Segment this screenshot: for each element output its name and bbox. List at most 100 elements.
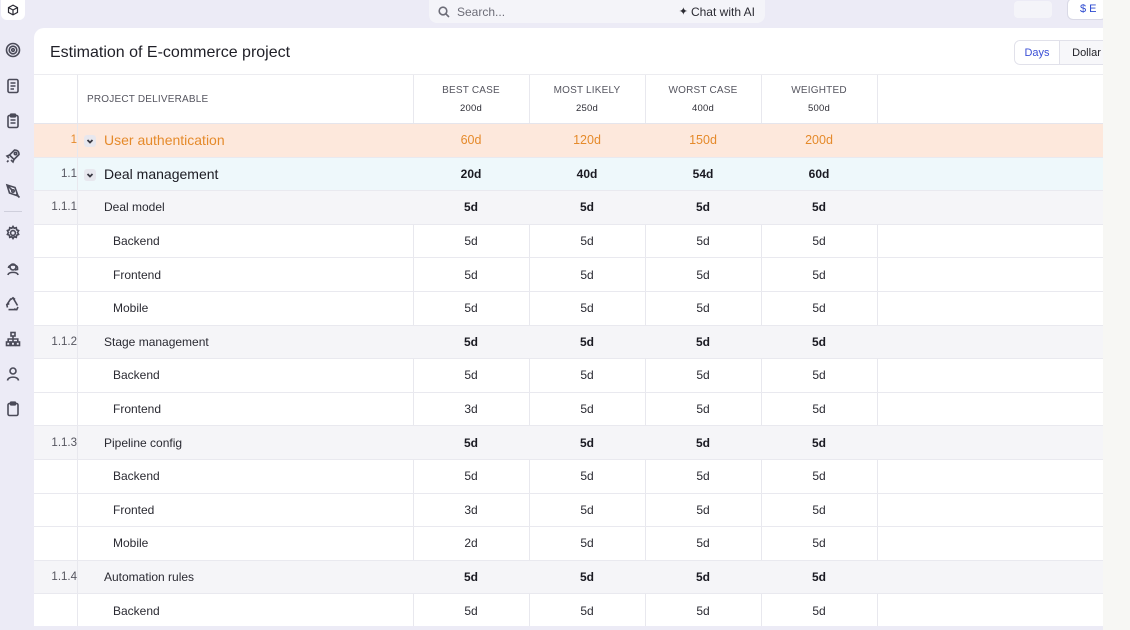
table-subgroup-row[interactable]: 1.1.1 Deal model 5d 5d 5d 5d bbox=[34, 191, 1103, 225]
worst-case-cell[interactable]: 5d bbox=[645, 191, 761, 224]
weighted-cell[interactable]: 5d bbox=[761, 460, 877, 493]
worst-case-cell[interactable]: 5d bbox=[645, 393, 761, 426]
chat-with-ai-button[interactable]: ✦ Chat with AI bbox=[679, 5, 755, 19]
best-case-cell[interactable]: 5d bbox=[413, 460, 529, 493]
currency-button[interactable]: $ E bbox=[1067, 0, 1107, 20]
weighted-cell[interactable]: 5d bbox=[761, 561, 877, 594]
table-row[interactable]: Backend 5d 5d 5d 5d bbox=[34, 359, 1103, 393]
column-header-weighted[interactable]: WEIGHTED 500d bbox=[761, 75, 877, 124]
column-header-best-case[interactable]: BEST CASE 200d bbox=[413, 75, 529, 124]
table-row[interactable]: Frontend 3d 5d 5d 5d bbox=[34, 392, 1103, 427]
column-header-worst-case[interactable]: WORST CASE 400d bbox=[645, 75, 761, 124]
most-likely-cell[interactable]: 5d bbox=[529, 191, 645, 224]
recycle-icon[interactable] bbox=[4, 295, 22, 313]
clipboard-icon[interactable] bbox=[4, 112, 22, 130]
table-row[interactable]: Backend 5d 5d 5d 5d bbox=[34, 224, 1103, 259]
toggle-days[interactable]: Days bbox=[1015, 41, 1060, 64]
table-row[interactable]: Mobile 2d 5d 5d 5d bbox=[34, 527, 1103, 561]
worst-case-cell[interactable]: 5d bbox=[645, 359, 761, 392]
weighted-cell[interactable]: 5d bbox=[761, 326, 877, 359]
table-row[interactable]: Fronted 3d 5d 5d 5d bbox=[34, 493, 1103, 528]
chevron-down-icon[interactable] bbox=[84, 168, 96, 181]
worst-case-cell[interactable]: 5d bbox=[645, 527, 761, 560]
table-group-row[interactable]: 1 User authentication 60d 120d 150d 200d bbox=[34, 124, 1103, 158]
best-case-cell[interactable]: 5d bbox=[413, 191, 529, 224]
worst-case-cell[interactable]: 5d bbox=[645, 258, 761, 291]
worst-case-cell[interactable]: 5d bbox=[645, 326, 761, 359]
best-case-cell[interactable]: 2d bbox=[413, 527, 529, 560]
settings-gear-icon[interactable] bbox=[4, 224, 22, 242]
worst-case-cell[interactable]: 150d bbox=[645, 124, 761, 157]
most-likely-cell[interactable]: 5d bbox=[529, 527, 645, 560]
weighted-cell[interactable]: 5d bbox=[761, 225, 877, 258]
best-case-cell[interactable]: 5d bbox=[413, 292, 529, 325]
table-group-row[interactable]: 1.1 Deal management 20d 40d 54d 60d bbox=[34, 157, 1103, 192]
weighted-cell[interactable]: 5d bbox=[761, 191, 877, 224]
best-case-cell[interactable]: 3d bbox=[413, 494, 529, 527]
weighted-cell[interactable]: 5d bbox=[761, 359, 877, 392]
column-header-most-likely[interactable]: MOST LIKELY 250d bbox=[529, 75, 645, 124]
unit-toggle[interactable]: Days Dollar bbox=[1014, 40, 1103, 65]
most-likely-cell[interactable]: 5d bbox=[529, 426, 645, 459]
most-likely-cell[interactable]: 5d bbox=[529, 258, 645, 291]
weighted-cell[interactable]: 200d bbox=[761, 124, 877, 157]
table-row[interactable]: Frontend 5d 5d 5d 5d bbox=[34, 258, 1103, 292]
topbar-placeholder-control[interactable] bbox=[1014, 1, 1052, 18]
table-row[interactable]: Backend 5d 5d 5d 5d bbox=[34, 594, 1103, 626]
worst-case-cell[interactable]: 5d bbox=[645, 494, 761, 527]
rocket-icon[interactable] bbox=[4, 147, 22, 165]
table-row[interactable]: Mobile 5d 5d 5d 5d bbox=[34, 291, 1103, 326]
most-likely-cell[interactable]: 5d bbox=[529, 292, 645, 325]
worst-case-cell[interactable]: 5d bbox=[645, 460, 761, 493]
logo-cube-icon[interactable] bbox=[1, 0, 25, 20]
chevron-down-icon[interactable] bbox=[84, 135, 96, 147]
org-chart-icon[interactable] bbox=[4, 330, 22, 348]
worst-case-cell[interactable]: 54d bbox=[645, 158, 761, 191]
most-likely-cell[interactable]: 120d bbox=[529, 124, 645, 157]
best-case-cell[interactable]: 3d bbox=[413, 393, 529, 426]
pen-tool-icon[interactable] bbox=[4, 182, 22, 200]
most-likely-cell[interactable]: 5d bbox=[529, 561, 645, 594]
worst-case-cell[interactable]: 5d bbox=[645, 292, 761, 325]
weighted-cell[interactable]: 5d bbox=[761, 258, 877, 291]
weighted-cell[interactable]: 5d bbox=[761, 292, 877, 325]
table-subgroup-row[interactable]: 1.1.4 Automation rules 5d 5d 5d 5d bbox=[34, 560, 1103, 595]
best-case-cell[interactable]: 5d bbox=[413, 561, 529, 594]
weighted-cell[interactable]: 5d bbox=[761, 527, 877, 560]
weighted-cell[interactable]: 5d bbox=[761, 594, 877, 626]
most-likely-cell[interactable]: 5d bbox=[529, 594, 645, 626]
support-agent-icon[interactable] bbox=[4, 260, 22, 278]
search-bar[interactable]: Search... ✦ Chat with AI bbox=[429, 0, 765, 23]
best-case-cell[interactable]: 5d bbox=[413, 326, 529, 359]
most-likely-cell[interactable]: 5d bbox=[529, 393, 645, 426]
most-likely-cell[interactable]: 40d bbox=[529, 158, 645, 191]
table-row[interactable]: Backend 5d 5d 5d 5d bbox=[34, 459, 1103, 494]
worst-case-cell[interactable]: 5d bbox=[645, 594, 761, 626]
best-case-cell[interactable]: 5d bbox=[413, 258, 529, 291]
most-likely-cell[interactable]: 5d bbox=[529, 460, 645, 493]
most-likely-cell[interactable]: 5d bbox=[529, 494, 645, 527]
best-case-cell[interactable]: 60d bbox=[413, 124, 529, 157]
toggle-dollar[interactable]: Dollar bbox=[1060, 41, 1103, 64]
best-case-cell[interactable]: 20d bbox=[413, 158, 529, 191]
weighted-cell[interactable]: 5d bbox=[761, 393, 877, 426]
best-case-cell[interactable]: 5d bbox=[413, 594, 529, 626]
worst-case-cell[interactable]: 5d bbox=[645, 426, 761, 459]
worst-case-cell[interactable]: 5d bbox=[645, 225, 761, 258]
target-icon[interactable] bbox=[4, 41, 22, 59]
best-case-cell[interactable]: 5d bbox=[413, 225, 529, 258]
weighted-cell[interactable]: 5d bbox=[761, 494, 877, 527]
user-icon[interactable] bbox=[4, 365, 22, 383]
search-input[interactable]: Search... bbox=[457, 5, 679, 19]
table-subgroup-row[interactable]: 1.1.2 Stage management 5d 5d 5d 5d bbox=[34, 325, 1103, 360]
weighted-cell[interactable]: 5d bbox=[761, 426, 877, 459]
best-case-cell[interactable]: 5d bbox=[413, 426, 529, 459]
most-likely-cell[interactable]: 5d bbox=[529, 326, 645, 359]
document-icon[interactable] bbox=[4, 77, 22, 95]
clipboard-blank-icon[interactable] bbox=[4, 400, 22, 418]
best-case-cell[interactable]: 5d bbox=[413, 359, 529, 392]
table-subgroup-row[interactable]: 1.1.3 Pipeline config 5d 5d 5d 5d bbox=[34, 426, 1103, 460]
worst-case-cell[interactable]: 5d bbox=[645, 561, 761, 594]
most-likely-cell[interactable]: 5d bbox=[529, 225, 645, 258]
most-likely-cell[interactable]: 5d bbox=[529, 359, 645, 392]
